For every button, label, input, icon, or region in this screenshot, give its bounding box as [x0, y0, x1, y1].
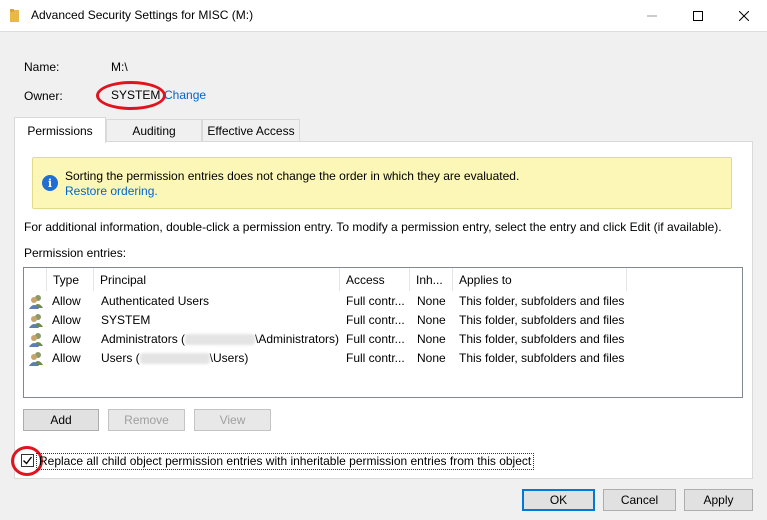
cell-applies-to: This folder, subfolders and files: [459, 294, 625, 308]
owner-label: Owner:: [24, 89, 63, 103]
remove-button[interactable]: Remove: [108, 409, 185, 431]
cell-inherited: None: [417, 313, 446, 327]
window-title: Advanced Security Settings for MISC (M:): [31, 8, 254, 22]
column-header-inherited[interactable]: Inh...: [410, 268, 453, 291]
cell-applies-to: This folder, subfolders and files: [459, 332, 625, 346]
cell-inherited: None: [417, 332, 446, 346]
restore-ordering-link[interactable]: Restore ordering.: [65, 184, 158, 198]
minimize-icon: [647, 15, 657, 16]
principal-text: Administrators (: [101, 332, 186, 346]
table-row[interactable]: Allow Authenticated Users Full contr... …: [24, 292, 742, 311]
checkmark-icon: [23, 456, 33, 465]
principal-suffix: \Administrators): [255, 332, 340, 346]
column-header-icon: [24, 268, 47, 291]
cell-type: Allow: [52, 313, 81, 327]
cancel-button[interactable]: Cancel: [603, 489, 676, 511]
minimize-button[interactable]: [629, 0, 675, 31]
column-header-access[interactable]: Access: [340, 268, 410, 291]
add-button[interactable]: Add: [23, 409, 99, 431]
cell-access: Full contr...: [346, 313, 405, 327]
cell-type: Allow: [52, 332, 81, 346]
maximize-button[interactable]: [675, 0, 721, 31]
replace-permissions-checkbox[interactable]: [21, 454, 34, 467]
redacted-computer-name: [185, 334, 256, 346]
help-text: For additional information, double-click…: [24, 220, 722, 234]
cell-principal: Authenticated Users: [101, 294, 210, 308]
table-row[interactable]: Allow SYSTEM Full contr... None This fol…: [24, 311, 742, 330]
cell-inherited: None: [417, 294, 446, 308]
close-icon: [739, 10, 749, 21]
name-value: M:\: [111, 60, 128, 74]
cell-inherited: None: [417, 351, 446, 365]
title-bar: Advanced Security Settings for MISC (M:): [0, 0, 767, 31]
permission-entries-label: Permission entries:: [24, 246, 127, 260]
maximize-icon: [693, 10, 703, 21]
ok-button[interactable]: OK: [522, 489, 595, 511]
cell-access: Full contr...: [346, 351, 405, 365]
column-header-applies-to[interactable]: Applies to: [453, 268, 627, 291]
folder-icon: [10, 9, 19, 22]
info-icon: i: [42, 175, 58, 191]
cell-applies-to: This folder, subfolders and files: [459, 313, 625, 327]
cell-principal: Administrators ( \Administrators): [101, 330, 341, 349]
column-header-principal[interactable]: Principal: [94, 268, 340, 291]
cell-applies-to: This folder, subfolders and files: [459, 351, 625, 365]
tab-auditing[interactable]: Auditing: [106, 119, 202, 141]
cell-access: Full contr...: [346, 332, 405, 346]
cell-principal: Users ( \Users): [101, 349, 341, 368]
owner-value: SYSTEM: [111, 88, 161, 102]
replace-permissions-label[interactable]: Replace all child object permission entr…: [36, 453, 535, 470]
principal-suffix: \Users): [209, 351, 249, 365]
table-row[interactable]: Allow Administrators ( \Administrators) F…: [24, 330, 742, 349]
cell-principal: SYSTEM: [101, 313, 151, 327]
info-bar: [32, 157, 732, 209]
tab-effective-access[interactable]: Effective Access: [202, 119, 300, 141]
users-icon: [29, 314, 43, 328]
name-label: Name:: [24, 60, 60, 74]
permission-entries-list[interactable]: Type Principal Access Inh... Applies to …: [23, 267, 743, 398]
view-button[interactable]: View: [194, 409, 271, 431]
cell-type: Allow: [52, 294, 81, 308]
cell-type: Allow: [52, 351, 81, 365]
info-message: Sorting the permission entries does not …: [65, 169, 520, 183]
close-button[interactable]: [721, 0, 767, 31]
users-icon: [29, 333, 43, 347]
apply-button[interactable]: Apply: [684, 489, 753, 511]
users-icon: [29, 295, 43, 309]
column-header-type[interactable]: Type: [47, 268, 94, 291]
tab-permissions[interactable]: Permissions: [14, 117, 106, 143]
change-owner-link[interactable]: Change: [164, 88, 206, 102]
cell-access: Full contr...: [346, 294, 405, 308]
users-icon: [29, 352, 43, 366]
principal-text: Users (: [101, 351, 140, 365]
table-row[interactable]: Allow Users (\Users) Full contr... None …: [24, 349, 742, 368]
redacted-computer-name: [139, 353, 210, 365]
